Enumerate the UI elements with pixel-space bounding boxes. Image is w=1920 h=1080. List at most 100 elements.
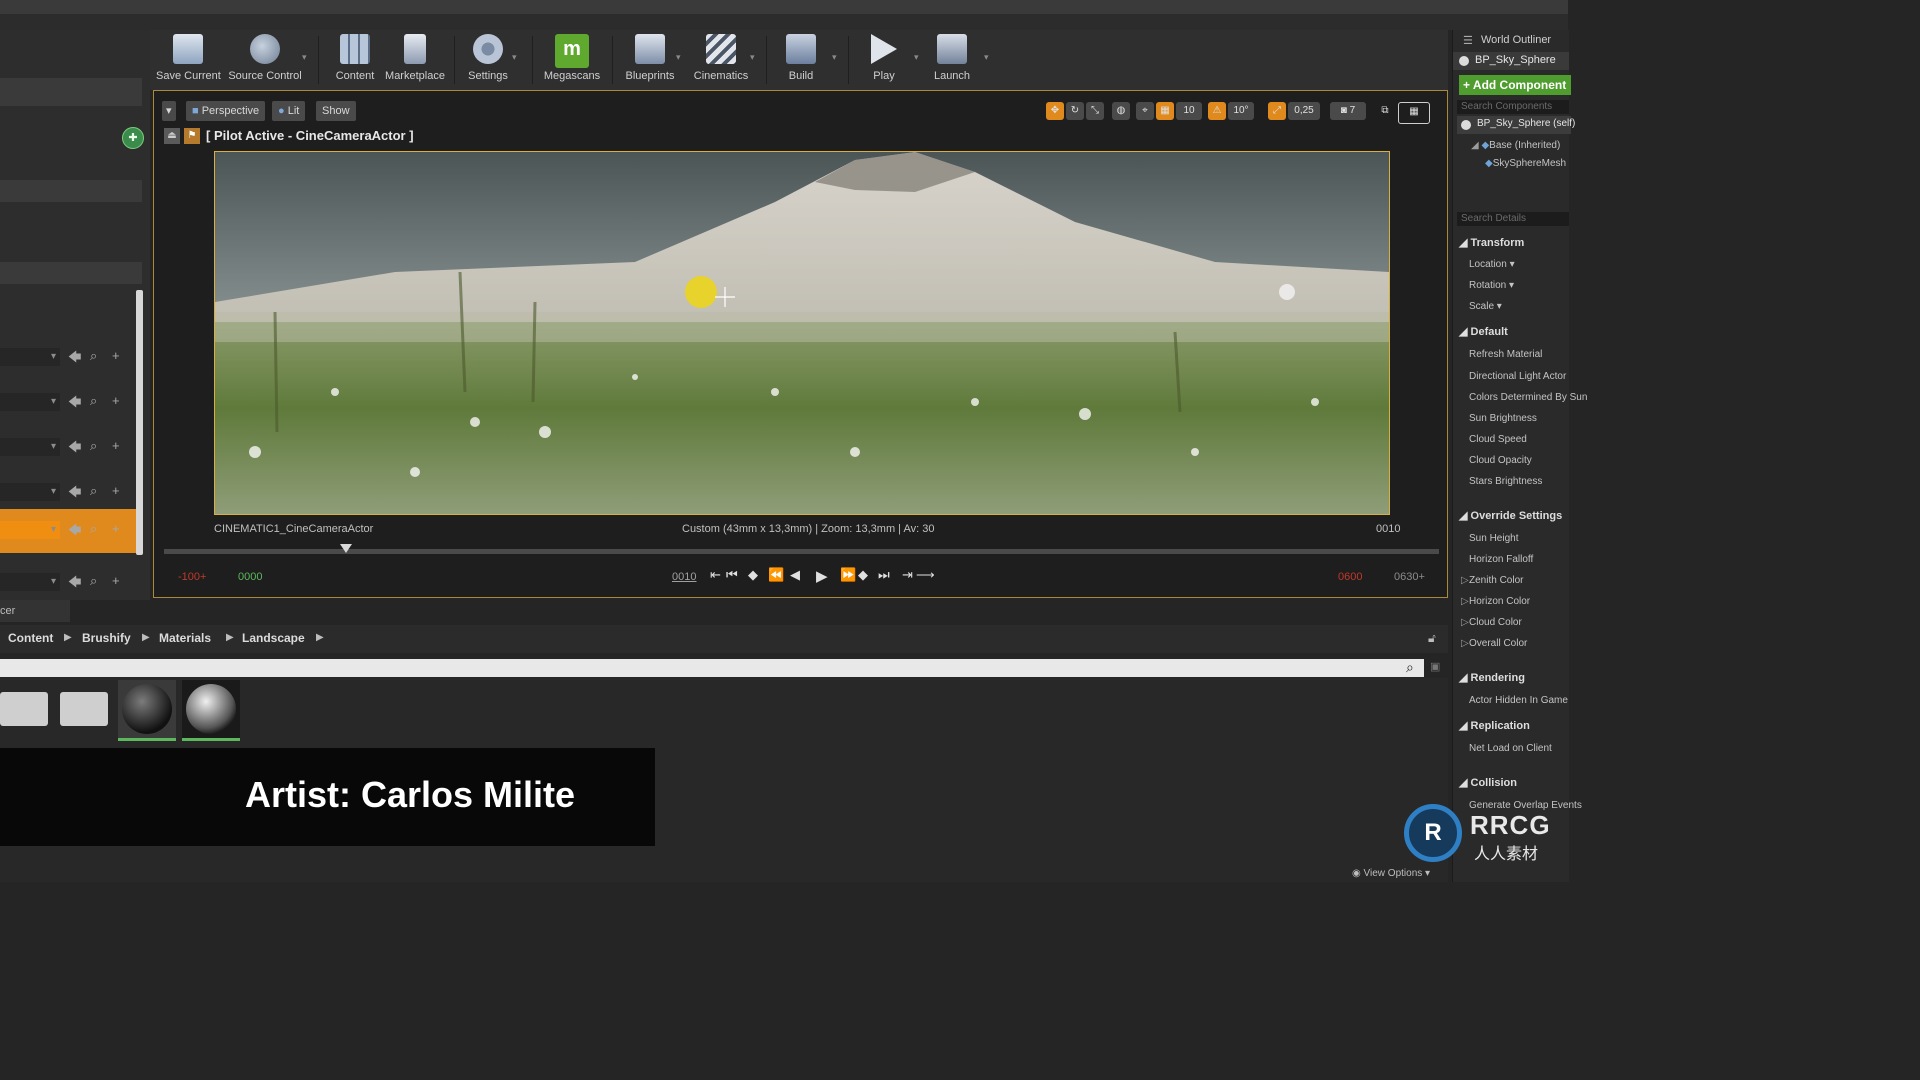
lock-icon[interactable]: 🔓︎ [1428, 631, 1436, 646]
arrow-left-icon[interactable]: 🡄 [68, 348, 81, 370]
property-row-selected[interactable]: ▾ 🡄 ⌕ + [0, 509, 142, 553]
colors-determined-by-sun-property[interactable]: Colors Determined By Sun [1469, 392, 1587, 403]
search-components-input[interactable]: Search Components [1457, 100, 1569, 114]
source-control-button[interactable]: Source Control [228, 34, 302, 86]
folder-icon[interactable] [60, 692, 108, 726]
directional-light-actor-property[interactable]: Directional Light Actor [1469, 371, 1566, 382]
chevron-down-icon[interactable]: ▾ [832, 52, 837, 63]
rotation-snap-value[interactable]: 10° [1228, 102, 1254, 120]
view-mode-dropdown[interactable]: ● Lit [272, 101, 306, 121]
overall-color-property[interactable]: ▷ Overall Color [1461, 638, 1527, 649]
property-row[interactable]: ▾ 🡄 ⌕ + [0, 387, 142, 417]
sun-height-property[interactable]: Sun Height [1469, 533, 1518, 544]
section-collision[interactable]: ◢ Collision [1459, 776, 1517, 789]
asset-picker[interactable]: ▾ [0, 483, 60, 501]
folder-icon[interactable] [0, 692, 48, 726]
search-icon[interactable]: ⌕ [90, 573, 97, 589]
play-button[interactable]: Play [860, 34, 908, 86]
plus-icon[interactable]: + [112, 573, 120, 588]
chevron-down-icon[interactable]: ▾ [984, 52, 989, 63]
component-root-row[interactable]: BP_Sky_Sphere (self) [1457, 116, 1575, 134]
content-browser-tab[interactable]: cer [0, 600, 70, 622]
cloud-opacity-property[interactable]: Cloud Opacity [1469, 455, 1532, 466]
add-component-button[interactable]: + Add Component [1459, 75, 1571, 95]
step-forward-key-icon[interactable]: ⏭ [878, 567, 890, 583]
launch-button[interactable]: Launch [926, 34, 978, 86]
property-row[interactable]: ▾ 🡄 ⌕ + [0, 477, 142, 507]
refresh-material-property[interactable]: Refresh Material [1469, 349, 1542, 360]
settings-button[interactable]: Settings [462, 34, 514, 86]
net-load-on-client-property[interactable]: Net Load on Client [1469, 743, 1552, 754]
viewport-options-dropdown[interactable]: ▾ [162, 101, 176, 121]
search-icon[interactable]: ⌕ [90, 393, 97, 409]
play-reverse-icon[interactable]: ◀ [790, 567, 800, 583]
playhead-handle[interactable] [340, 544, 352, 553]
search-icon[interactable]: ⌕ [90, 521, 97, 537]
chevron-down-icon[interactable]: ▾ [512, 52, 517, 63]
megascans-button[interactable]: m Megascans [540, 34, 604, 86]
plus-icon[interactable]: + [112, 393, 120, 408]
plus-icon[interactable]: + [112, 483, 120, 498]
save-search-icon[interactable]: ▣ [1430, 660, 1442, 674]
jump-to-end-icon[interactable]: ⇥ [902, 567, 913, 583]
component-base-row[interactable]: ◢ ◆Base (Inherited) [1471, 140, 1560, 151]
asset-search-input[interactable]: ⌕ [0, 659, 1424, 677]
layout-icon[interactable]: ▦ [1398, 102, 1430, 124]
property-row[interactable]: ▾ 🡄 ⌕ + [0, 342, 142, 372]
stars-brightness-property[interactable]: Stars Brightness [1469, 476, 1542, 487]
build-button[interactable]: Build [776, 34, 826, 86]
asset-picker[interactable]: ▾ [0, 348, 60, 366]
save-current-button[interactable]: Save Current [156, 34, 221, 86]
scale-snap-value[interactable]: 0,25 [1288, 102, 1320, 120]
blueprints-button[interactable]: Blueprints [620, 34, 680, 86]
world-outliner-tab[interactable]: World Outliner [1481, 34, 1551, 46]
pilot-icon[interactable]: ⚑ [184, 128, 200, 144]
timeline-scrubber[interactable] [164, 549, 1439, 554]
chevron-right-icon[interactable]: ▶ [64, 632, 72, 643]
rotation-property[interactable]: Rotation ▾ [1469, 280, 1514, 291]
location-property[interactable]: Location ▾ [1469, 259, 1515, 270]
next-key-icon[interactable]: ◆ [858, 567, 868, 583]
arrow-left-icon[interactable]: 🡄 [68, 573, 81, 595]
plus-icon[interactable]: + [112, 348, 120, 363]
selected-actor-row[interactable]: BP_Sky_Sphere [1453, 52, 1569, 70]
property-row[interactable]: ▾ 🡄 ⌕ + [0, 567, 142, 597]
breadcrumb-content[interactable]: Content [8, 631, 53, 645]
scale-snap-icon[interactable]: ⤢ [1268, 102, 1286, 120]
section-replication[interactable]: ◢ Replication [1459, 719, 1530, 732]
grid-snap-value[interactable]: 10 [1176, 102, 1202, 120]
grid-snap-icon[interactable]: ▦ [1156, 102, 1174, 120]
step-forward-frame-icon[interactable]: ⏩ [840, 567, 856, 583]
play-forward-icon[interactable]: ▶ [816, 567, 828, 585]
prev-key-icon[interactable]: ◆ [748, 567, 758, 583]
translate-icon[interactable]: ✥ [1046, 102, 1064, 120]
section-transform[interactable]: ◢ Transform [1459, 236, 1524, 249]
search-icon[interactable]: ⌕ [90, 348, 97, 364]
chevron-down-icon[interactable]: ▾ [302, 52, 307, 63]
step-back-key-icon[interactable]: ⏮ [726, 567, 738, 583]
cinematics-button[interactable]: Cinematics [690, 34, 752, 86]
breadcrumb-brushify[interactable]: Brushify [82, 631, 131, 645]
arrow-left-icon[interactable]: 🡄 [68, 483, 81, 505]
show-dropdown[interactable]: Show [316, 101, 356, 121]
asset-picker[interactable]: ▾ [0, 438, 60, 456]
arrow-left-icon[interactable]: 🡄 [68, 438, 81, 460]
marketplace-button[interactable]: Marketplace [384, 34, 446, 86]
search-icon[interactable]: ⌕ [1406, 659, 1414, 676]
start-frame-label[interactable]: 0000 [238, 571, 262, 583]
chevron-right-icon[interactable]: ▶ [142, 632, 150, 643]
horizon-color-property[interactable]: ▷ Horizon Color [1461, 596, 1530, 607]
chevron-down-icon[interactable]: ▾ [750, 52, 755, 63]
content-button[interactable]: Content [330, 34, 380, 86]
material-asset-thumbnail[interactable] [182, 680, 240, 741]
search-icon[interactable]: ⌕ [90, 483, 97, 499]
asset-picker[interactable]: ▾ [0, 521, 60, 539]
section-default[interactable]: ◢ Default [1459, 325, 1508, 338]
breadcrumb-landscape[interactable]: Landscape [242, 631, 305, 645]
end-frame-label[interactable]: 0600 [1338, 571, 1362, 583]
chevron-down-icon[interactable]: ▾ [914, 52, 919, 63]
scale-icon[interactable]: ⤡ [1086, 102, 1104, 120]
search-details-input[interactable]: Search Details [1457, 212, 1569, 226]
section-override-settings[interactable]: ◢ Override Settings [1459, 509, 1562, 522]
globe-icon[interactable]: ✚ [122, 127, 144, 149]
